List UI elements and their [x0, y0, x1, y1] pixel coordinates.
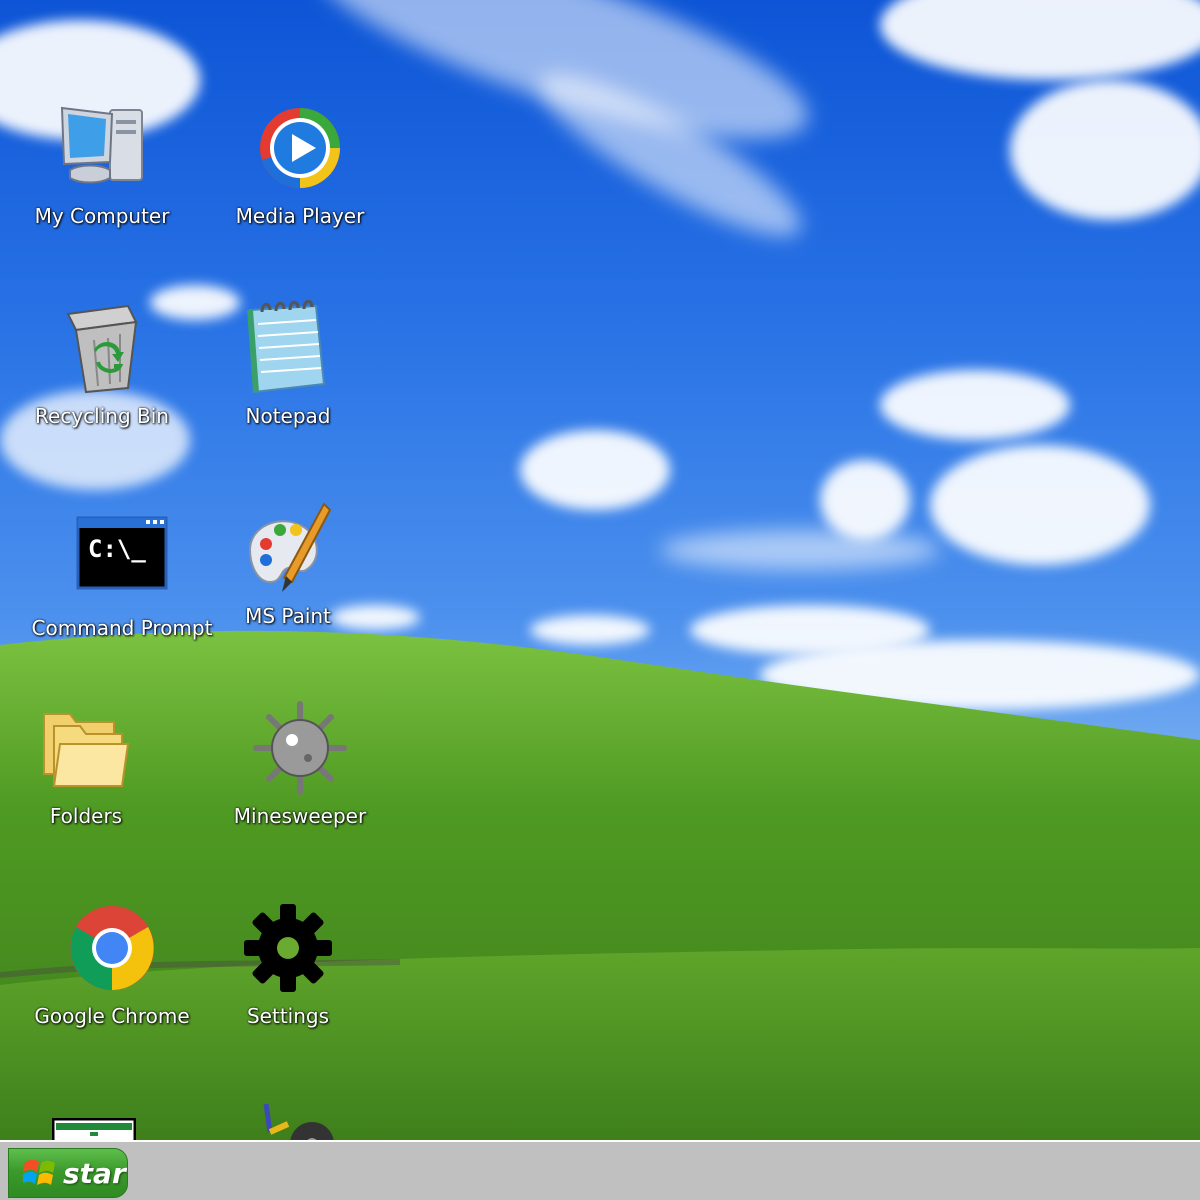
desktop-icon-command-prompt[interactable]: C:\_ Command Prompt [32, 512, 212, 682]
chrome-icon [64, 900, 160, 996]
my-computer-icon [54, 100, 150, 196]
folder-icon [38, 700, 134, 796]
icon-label: Google Chrome [34, 1004, 190, 1028]
spreadsheet-icon [52, 1118, 136, 1140]
icon-label: Settings [246, 1004, 330, 1028]
prompt-text: C:\_ [88, 535, 146, 563]
desktop-icon-ms-paint[interactable]: MS Paint [198, 500, 378, 670]
icon-label: Folders [49, 804, 123, 828]
icon-label: Command Prompt [31, 616, 213, 640]
icon-label: Media Player [235, 204, 365, 228]
desktop-icon-folders[interactable]: Folders [0, 700, 176, 870]
desktop-icon-recycle-bin[interactable]: Recycling Bin [12, 300, 192, 470]
desktop-icon-partial-spreadsheet[interactable] [52, 1118, 136, 1140]
start-label: start [63, 1156, 127, 1190]
icon-label: My Computer [34, 204, 170, 228]
icon-label: MS Paint [245, 604, 331, 628]
windows-logo-icon [21, 1156, 57, 1190]
notepad-icon [240, 299, 336, 396]
recycle-bin-icon [54, 300, 150, 396]
command-prompt-icon: C:\_ [74, 512, 170, 608]
desktop-icon-google-chrome[interactable]: Google Chrome [22, 900, 202, 1070]
icon-label: Recycling Bin [35, 404, 169, 428]
desktop-icon-minesweeper[interactable]: Minesweeper [210, 700, 390, 870]
icon-label: Minesweeper [233, 804, 367, 828]
desktop-icon-media-player[interactable]: Media Player [210, 100, 390, 270]
taskbar: start [0, 1140, 1200, 1200]
media-player-icon [252, 100, 348, 196]
music-icon [263, 1103, 334, 1140]
desktop-icon-my-computer[interactable]: My Computer [12, 100, 192, 270]
mine-icon [252, 700, 348, 796]
icon-label: Notepad [245, 404, 331, 428]
paint-palette-icon [240, 500, 336, 596]
desktop-icon-settings[interactable]: Settings [198, 900, 378, 1070]
start-button[interactable]: start [8, 1148, 128, 1198]
desktop-icon-partial-music[interactable] [258, 1102, 338, 1140]
desktop-icon-notepad[interactable]: Notepad [198, 299, 378, 470]
gear-icon [240, 900, 336, 996]
